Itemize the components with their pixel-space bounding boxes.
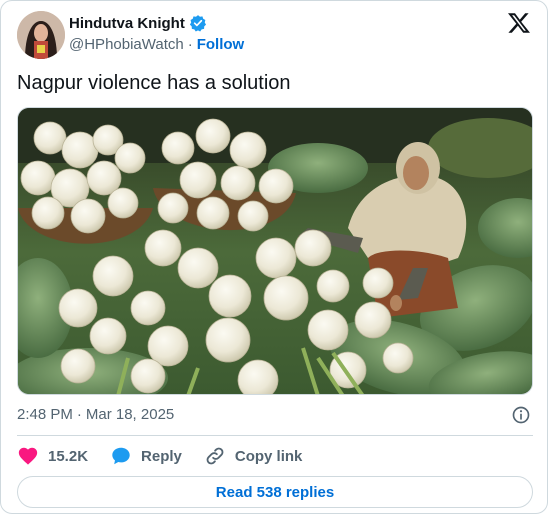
follow-button[interactable]: Follow bbox=[197, 36, 245, 53]
author-avatar[interactable] bbox=[17, 11, 65, 59]
info-icon[interactable] bbox=[511, 405, 531, 425]
cauliflower-harvest-photo bbox=[18, 108, 532, 394]
verified-badge-icon bbox=[189, 15, 206, 32]
handle-separator: · bbox=[187, 36, 193, 53]
read-replies-button[interactable]: Read 538 replies bbox=[17, 476, 533, 508]
copy-link-button[interactable]: Copy link bbox=[204, 445, 303, 467]
link-icon bbox=[206, 447, 224, 465]
tweet-date[interactable]: Mar 18, 2025 bbox=[86, 406, 174, 423]
copy-link-label: Copy link bbox=[234, 447, 303, 465]
like-count: 15.2K bbox=[48, 447, 89, 465]
author-handle[interactable]: @HPhobiaWatch bbox=[69, 36, 184, 53]
avatar-image bbox=[17, 11, 65, 59]
tweet-media[interactable] bbox=[17, 107, 533, 395]
tweet-card: Hindutva Knight @HPhobiaWatch · Follow N… bbox=[0, 0, 548, 514]
author-name-row: Hindutva Knight bbox=[69, 14, 207, 32]
tweet-actions: 15.2K Reply Copy link bbox=[17, 445, 324, 467]
reply-label: Reply bbox=[141, 447, 182, 465]
heart-icon bbox=[18, 447, 38, 465]
author-display-name[interactable]: Hindutva Knight bbox=[69, 15, 185, 32]
reply-bubble-icon bbox=[112, 447, 130, 465]
author-handle-row: @HPhobiaWatch · Follow bbox=[69, 36, 244, 53]
tweet-text: Nagpur violence has a solution bbox=[17, 72, 291, 94]
reply-button[interactable]: Reply bbox=[110, 445, 182, 467]
divider bbox=[17, 435, 533, 436]
meta-separator: · bbox=[76, 406, 82, 423]
x-logo-icon[interactable] bbox=[507, 11, 531, 35]
tweet-time[interactable]: 2:48 PM bbox=[17, 406, 73, 423]
like-button[interactable]: 15.2K bbox=[17, 445, 88, 467]
tweet-meta: 2:48 PM · Mar 18, 2025 bbox=[17, 405, 533, 425]
